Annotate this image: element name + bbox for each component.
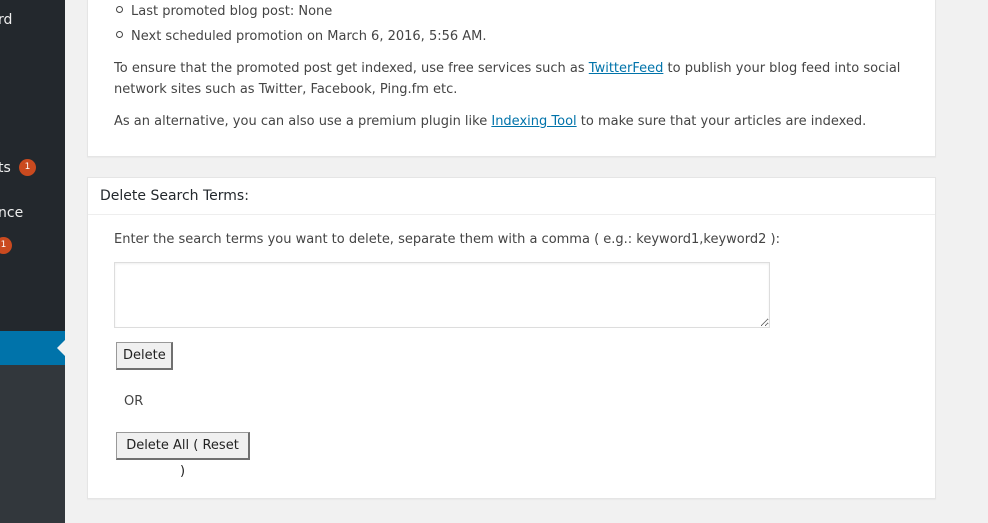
twitterfeed-link[interactable]: TwitterFeed: [589, 61, 664, 76]
indexing-tool-link[interactable]: Indexing Tool: [491, 114, 576, 129]
alternative-paragraph: As an alternative, you can also use a pr…: [114, 111, 904, 132]
sidebar-submenu: [0, 365, 65, 523]
delete-all-reset-button[interactable]: Delete All ( Reset ): [116, 432, 250, 479]
sidebar-badge-posts: 1: [19, 159, 36, 176]
paragraph-text: to make sure that your articles are inde…: [576, 114, 867, 129]
panel-title: Delete Search Terms:: [100, 188, 249, 204]
sidebar-item-active[interactable]: [0, 331, 65, 365]
sidebar-item-dashboard[interactable]: rd: [0, 12, 12, 28]
list-item: Last promoted blog post: None: [116, 4, 332, 19]
next-scheduled-text: Next scheduled promotion on March 6, 201…: [131, 29, 487, 44]
search-terms-textarea[interactable]: [114, 262, 770, 328]
list-item: Next scheduled promotion on March 6, 201…: [116, 29, 487, 44]
admin-sidebar: rd ts 1 nce 1: [0, 0, 65, 523]
paragraph-text: As an alternative, you can also use a pr…: [114, 114, 492, 129]
last-promoted-text: Last promoted blog post: None: [131, 4, 333, 19]
or-separator: OR: [124, 394, 144, 409]
instructions-text: Enter the search terms you want to delet…: [114, 232, 780, 247]
sidebar-item-appearance[interactable]: nce: [0, 205, 23, 221]
bullet-icon: [116, 6, 123, 13]
indexing-paragraph: To ensure that the promoted post get ind…: [114, 58, 904, 100]
delete-button[interactable]: Delete: [116, 342, 173, 370]
promotion-panel: Last promoted blog post: None Next sched…: [87, 0, 936, 157]
sidebar-item-posts[interactable]: ts: [0, 160, 11, 176]
sidebar-active-arrow: [57, 340, 65, 356]
panel-header: Delete Search Terms:: [88, 178, 935, 215]
sidebar-badge-plugins[interactable]: 1: [0, 237, 12, 254]
paragraph-text: To ensure that the promoted post get ind…: [114, 61, 589, 76]
delete-search-terms-panel: Delete Search Terms: Enter the search te…: [87, 177, 936, 499]
bullet-icon: [116, 31, 123, 38]
